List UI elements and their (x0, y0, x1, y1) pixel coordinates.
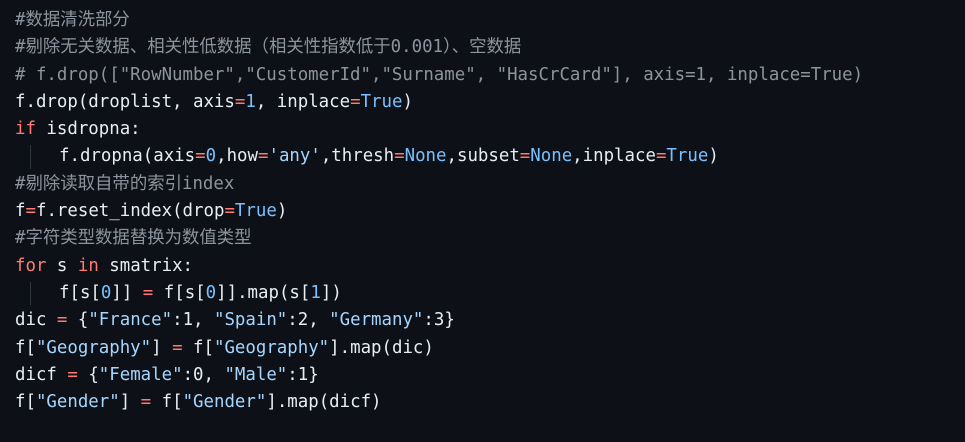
code-token-op: = (224, 201, 235, 222)
code-token-plain: f[ (15, 337, 36, 358)
code-line: for s in smatrix: (15, 253, 965, 280)
code-token-comment: #剔除读取自带的索引index (15, 173, 235, 194)
code-token-str: "Female" (98, 364, 183, 385)
code-token-op: = (67, 364, 78, 385)
code-token-op: = (350, 91, 361, 112)
code-token-const: True (666, 146, 709, 167)
code-token-plain: ].map(dic) (329, 337, 434, 358)
code-token-plain: ].map(dicf) (266, 392, 382, 413)
code-token-plain: ]].map(s[ (216, 282, 311, 303)
code-token-num: 0 (205, 282, 217, 303)
code-token-plain: f[s[ (153, 282, 206, 303)
code-line: dicf = {"Female":0, "Male":1} (15, 362, 965, 389)
code-token-plain: ]] (111, 282, 143, 303)
code-line: if isdropna: (15, 116, 965, 143)
code-token-plain: f.dropna(axis (59, 146, 196, 167)
code-token-plain: f[ (151, 392, 183, 413)
code-token-plain: :1} (287, 364, 319, 385)
code-token-str: 'any' (268, 146, 321, 167)
code-line: #字符类型数据替换为数值类型 (15, 225, 965, 252)
code-token-plain: isdropna: (35, 119, 141, 140)
code-line: f.drop(droplist, axis=1, inplace=True) (15, 89, 965, 116)
code-token-plain: ,thresh (320, 146, 395, 167)
code-token-num: 0 (205, 146, 217, 167)
code-token-plain: f[ (15, 392, 36, 413)
code-token-comment: #字符类型数据替换为数值类型 (15, 228, 252, 249)
code-token-str: "Male" (224, 364, 288, 385)
code-token-op: = (195, 146, 206, 167)
code-token-num: 1 (245, 91, 256, 112)
code-token-str: "France" (88, 310, 173, 331)
code-line: #数据清洗部分 (15, 7, 965, 34)
code-token-plain: ,inplace (572, 146, 656, 167)
code-token-plain: ,how (216, 146, 258, 167)
code-token-num: 1 (310, 282, 321, 303)
code-token-plain: dic (15, 310, 57, 331)
code-token-const: None (530, 146, 573, 167)
code-token-kw: in (77, 255, 99, 276)
code-line: f[s[0]] = f[s[0]].map(s[1]) (15, 280, 965, 307)
code-token-plain: dicf (15, 364, 68, 385)
code-token-plain: :1, (172, 310, 214, 331)
code-token-comment: # f.drop(["RowNumber","CustomerId","Surn… (15, 64, 864, 85)
code-token-str: "Germany" (329, 310, 424, 331)
code-token-comment: #剔除无关数据、相关性低数据（相关性指数低于0.001）、空数据 (15, 37, 522, 58)
code-token-plain: :0, (182, 364, 225, 385)
code-token-str: "Spain" (213, 310, 288, 331)
code-token-kw: for (15, 255, 47, 276)
code-token-plain: f[ (182, 337, 214, 358)
code-token-op: = (234, 91, 246, 112)
code-token-plain: s (46, 255, 78, 276)
code-line: f["Geography"] = f["Geography"].map(dic) (15, 335, 965, 362)
code-token-op: = (25, 201, 36, 222)
code-token-plain: ) (276, 201, 288, 222)
code-token-plain: ) (708, 146, 719, 167)
code-token-plain: { (77, 364, 99, 385)
code-token-plain: ) (402, 91, 413, 112)
code-line: dic = {"France":1, "Spain":2, "Germany":… (15, 307, 965, 334)
code-token-op: = (519, 146, 531, 167)
code-token-plain: ]) (320, 282, 342, 303)
code-token-const: True (360, 91, 403, 112)
code-token-plain: { (67, 310, 89, 331)
code-token-plain: ,subset (446, 146, 520, 167)
code-token-comment: #数据清洗部分 (15, 10, 130, 30)
code-token-op: = (394, 146, 405, 167)
indent-guide (30, 281, 31, 306)
code-token-plain: :3} (423, 310, 455, 331)
code-token-op: = (257, 146, 269, 167)
code-line: f.dropna(axis=0,how='any',thresh=None,su… (15, 143, 965, 170)
code-token-plain: ] (151, 337, 173, 358)
code-line: # f.drop(["RowNumber","CustomerId","Surn… (15, 62, 965, 89)
code-token-op: = (140, 392, 152, 413)
code-token-str: "Gender" (182, 392, 267, 413)
code-token-str: "Geography" (213, 337, 330, 358)
code-token-plain: f (15, 201, 26, 222)
code-line: f=f.reset_index(drop=True) (15, 198, 965, 225)
code-token-plain: f.drop(droplist, axis (15, 91, 235, 112)
code-token-const: None (404, 146, 447, 167)
code-token-op: = (142, 282, 154, 303)
code-token-plain: f.reset_index(drop (35, 201, 225, 222)
code-token-const: True (234, 201, 277, 222)
code-token-plain: smatrix: (98, 255, 194, 276)
code-token-op: = (655, 146, 667, 167)
code-token-str: "Gender" (35, 392, 120, 413)
code-token-op: = (56, 310, 68, 331)
code-token-op: = (172, 337, 183, 358)
code-line: #剔除读取自带的索引index (15, 171, 965, 198)
code-line: f["Gender"] = f["Gender"].map(dicf) (15, 389, 965, 416)
code-token-plain: f[s[ (59, 282, 101, 303)
code-token-str: "Geography" (35, 337, 152, 358)
code-line: #剔除无关数据、相关性低数据（相关性指数低于0.001）、空数据 (15, 34, 965, 61)
code-token-plain: :2, (287, 310, 330, 331)
code-token-plain: ] (119, 392, 141, 413)
code-block: #数据清洗部分 #剔除无关数据、相关性低数据（相关性指数低于0.001）、空数据 #… (0, 0, 965, 442)
code-token-num: 0 (100, 282, 112, 303)
code-token-kw: if (15, 119, 36, 140)
code-token-plain: , inplace (255, 91, 351, 112)
indent-guide (30, 145, 31, 169)
